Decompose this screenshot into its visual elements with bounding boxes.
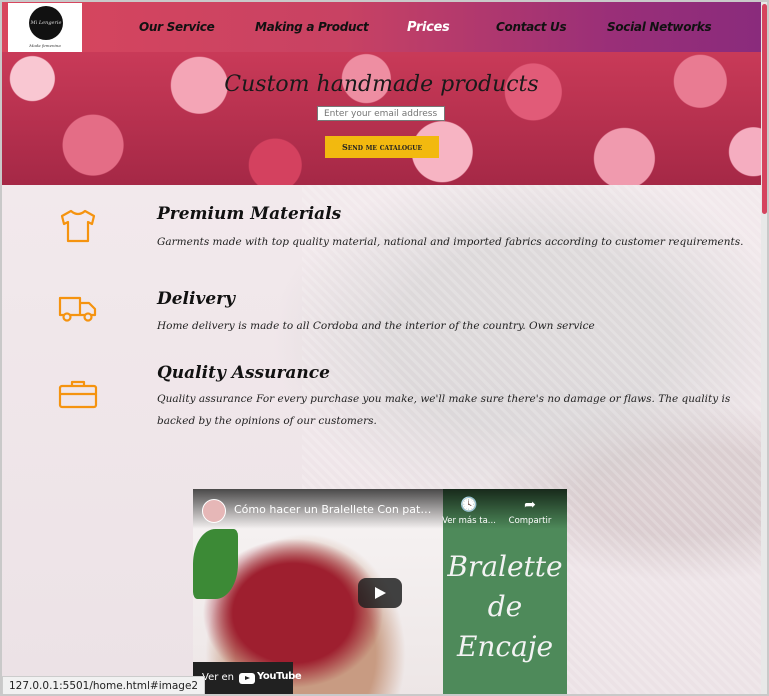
top-navigation: Mi Lengerie Moda femenina Our Service Ma… [2,2,761,53]
nav-our-service[interactable]: Our Service [139,20,215,34]
nav-contact-us[interactable]: Contact Us [496,20,567,34]
email-input[interactable] [317,106,445,121]
feature-text: Quality assurance For every purchase you… [157,393,731,427]
video-title[interactable]: Cómo hacer un Bralellete Con patro... [234,503,434,516]
overlay-text: de [487,590,523,623]
hero-title: Custom handmade products [224,72,539,97]
overlay-text: Bralette [447,550,563,583]
watch-on-label: Ver en [202,672,234,683]
vertical-scrollbar[interactable] [761,0,769,696]
logo-subtitle: Moda femenina [29,43,61,48]
nav-making-a-product[interactable]: Making a Product [255,20,369,34]
watch-later-button[interactable]: 🕓 Ver más ta... [439,497,499,526]
nav-social-networks[interactable]: Social Networks [607,20,712,34]
share-label: Compartir [508,516,552,526]
truck-icon [58,295,98,327]
youtube-wordmark: YouTube [257,671,302,682]
youtube-video-embed[interactable]: Bralette de Encaje Cómo hacer un Bralell… [193,489,567,696]
overlay-text: Encaje [456,630,554,663]
feature-text: Garments made with top quality material,… [157,236,744,248]
feature-title: Premium Materials [157,204,342,224]
send-catalogue-button[interactable]: Send me catalogue [325,136,439,158]
watch-on-youtube-button[interactable]: Ver en YouTube [193,662,302,694]
feature-text: Home delivery is made to all Cordoba and… [157,320,595,332]
feature-title: Delivery [157,289,236,309]
youtube-logo-icon [239,673,255,684]
browser-status-bar: 127.0.0.1:5501/home.html#image2 [2,676,206,695]
leaf-decoration [193,529,238,599]
share-icon: ➦ [524,497,536,513]
scrollbar-thumb[interactable] [762,4,767,214]
tshirt-icon [58,208,98,248]
share-button[interactable]: ➦ Compartir [500,497,560,526]
briefcase-icon [58,379,98,413]
nav-prices[interactable]: Prices [407,20,450,35]
hero-banner: Custom handmade products Send me catalog… [2,52,761,185]
play-button[interactable] [358,578,402,608]
logo[interactable]: Mi Lengerie Moda femenina [8,3,82,53]
logo-mark: Mi Lengerie [29,6,63,40]
channel-avatar[interactable] [202,499,226,523]
clock-icon: 🕓 [460,497,478,513]
feature-title: Quality Assurance [157,363,330,383]
watch-later-label: Ver más ta... [442,516,496,526]
